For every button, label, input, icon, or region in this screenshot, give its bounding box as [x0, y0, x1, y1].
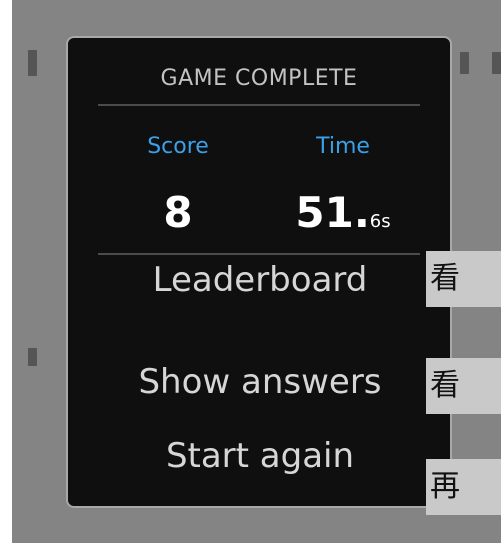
leaderboard-button[interactable]: Leaderboard — [68, 260, 452, 300]
score-value: 8 — [163, 188, 193, 237]
show-answers-button[interactable]: Show answers — [68, 362, 452, 402]
time-value-whole: 51. — [295, 188, 370, 237]
divider-bottom — [98, 253, 420, 255]
side-tab-view-answers[interactable]: 看 — [426, 358, 501, 414]
tile-edge — [460, 52, 469, 74]
side-tab-restart[interactable]: 再 — [426, 459, 501, 515]
game-complete-dialog: GAME COMPLETE Score Time 8 51.6s Leaderb… — [66, 36, 452, 508]
time-value: 51.6s — [268, 188, 418, 237]
tile-edge — [28, 348, 37, 366]
start-again-button[interactable]: Start again — [68, 436, 452, 476]
tile-edge — [492, 52, 501, 74]
time-label: Time — [316, 134, 370, 159]
score-label: Score — [147, 134, 209, 159]
divider-top — [98, 104, 420, 106]
dialog-title: GAME COMPLETE — [160, 66, 358, 91]
side-tab-view[interactable]: 看 — [426, 251, 501, 307]
time-value-fraction: 6s — [369, 211, 391, 232]
tile-edge — [28, 50, 37, 76]
